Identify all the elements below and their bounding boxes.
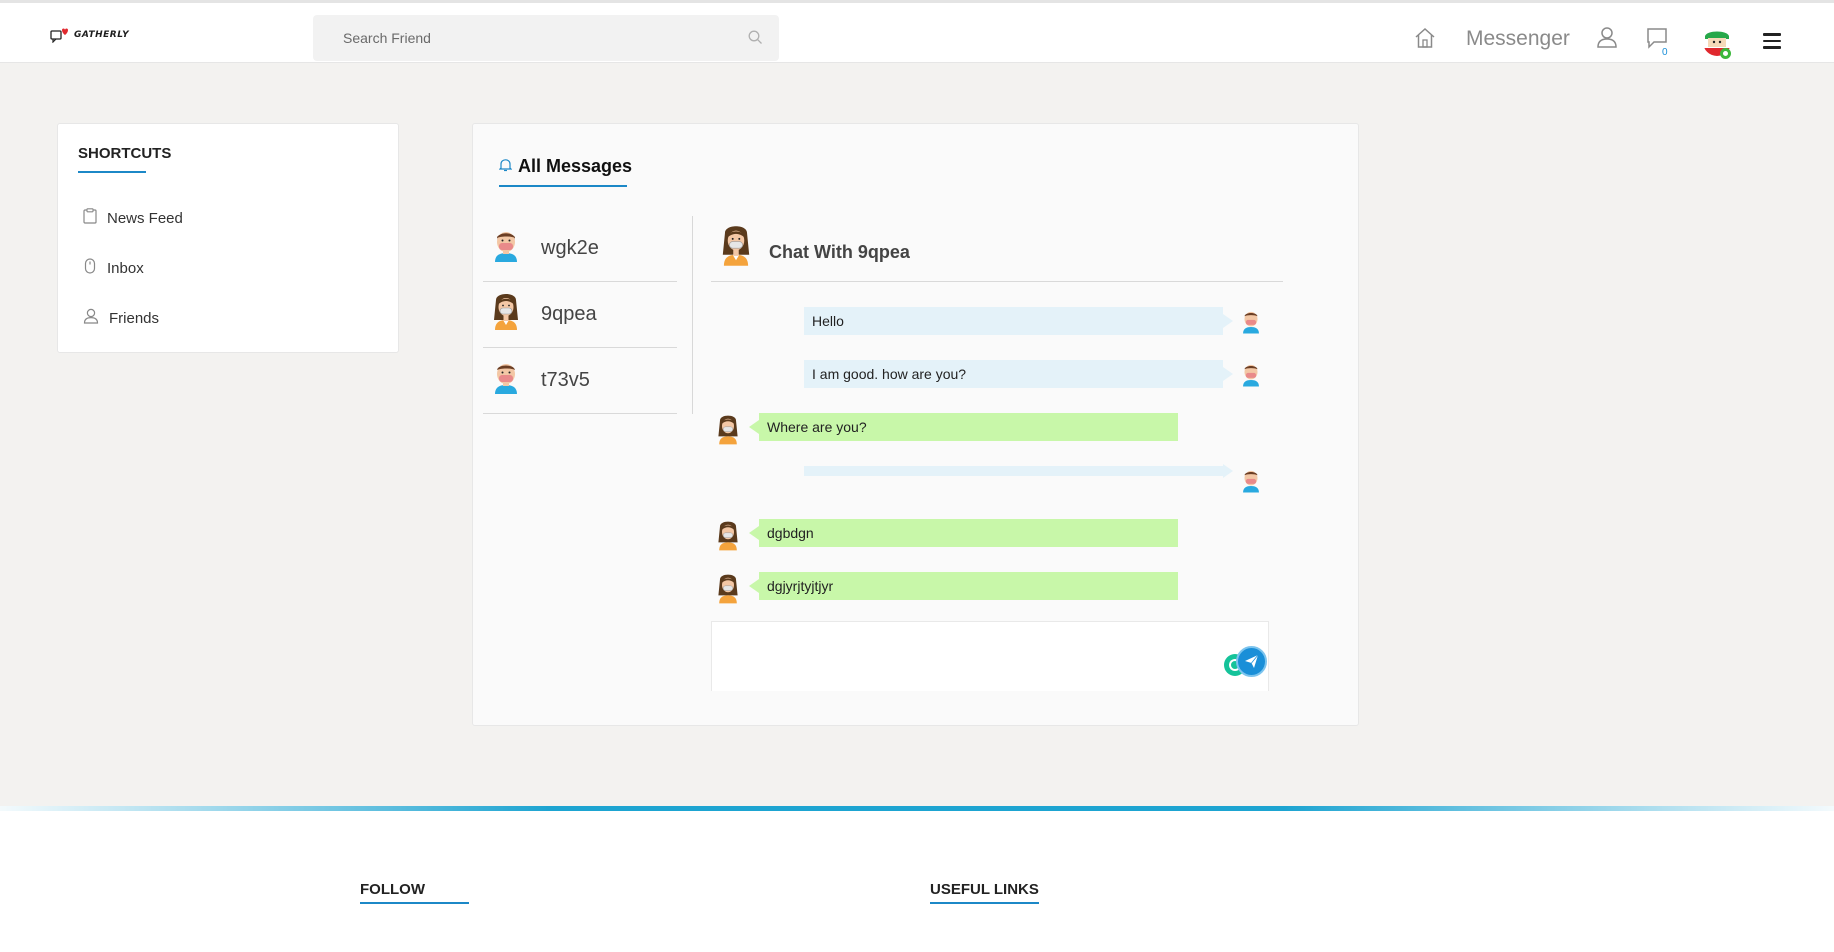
home-icon[interactable] — [1414, 27, 1436, 54]
shortcut-inbox[interactable]: Inbox — [83, 258, 144, 278]
shortcuts-panel: SHORTCUTS News Feed Inbox Friends — [57, 123, 399, 353]
female-avatar-icon — [716, 414, 740, 451]
shortcut-label: Inbox — [107, 259, 144, 277]
logo[interactable]: GATHERLY — [50, 27, 130, 44]
shortcut-news-feed[interactable]: News Feed — [83, 208, 183, 228]
female-avatar-icon — [716, 573, 740, 610]
female-avatar-icon — [491, 292, 521, 337]
logo-chat-icon — [50, 27, 70, 44]
chat-count-badge: 0 — [1662, 47, 1668, 58]
chat-header: Chat With 9qpea — [711, 224, 1283, 282]
title-underline — [930, 902, 1039, 904]
male-avatar-icon — [491, 228, 521, 269]
title-underline — [360, 902, 469, 904]
shortcut-friends[interactable]: Friends — [83, 308, 159, 328]
male-avatar-icon — [1240, 468, 1262, 499]
shortcuts-title: SHORTCUTS — [78, 145, 172, 162]
message-bubble-incoming: dgjyrjtyjtjyr — [749, 572, 1178, 600]
footer-useful-links-title: USEFUL LINKS — [930, 881, 1039, 898]
footer: FOLLOW USEFUL LINKS — [0, 806, 1834, 952]
hamburger-menu-icon[interactable] — [1763, 33, 1781, 53]
friend-item-t73v5[interactable]: t73v5 — [483, 348, 677, 414]
friend-item-wgk2e[interactable]: wgk2e — [483, 216, 677, 282]
female-avatar-icon — [719, 224, 753, 273]
search-input[interactable] — [313, 15, 779, 61]
mouse-icon — [83, 258, 97, 278]
search-icon[interactable] — [748, 30, 763, 50]
bell-icon — [498, 156, 513, 177]
user-icon — [83, 308, 99, 328]
male-avatar-icon — [1240, 309, 1262, 340]
male-avatar-icon — [1240, 362, 1262, 393]
title-underline — [499, 185, 627, 187]
shortcut-label: News Feed — [107, 209, 183, 227]
all-messages-heading: All Messages — [498, 156, 633, 177]
friend-name: t73v5 — [541, 369, 590, 391]
message-bubble-outgoing: I am good. how are you? — [804, 360, 1233, 388]
paper-plane-icon — [1245, 654, 1259, 668]
top-navbar: GATHERLY Messenger 0 — [0, 3, 1834, 63]
title-underline — [78, 171, 146, 173]
column-divider — [692, 216, 693, 414]
message-bubble-incoming: Where are you? — [749, 413, 1178, 441]
message-bubble-outgoing: Hello — [804, 307, 1233, 335]
clipboard-icon — [83, 208, 97, 228]
send-button[interactable] — [1236, 646, 1267, 677]
message-bubble-outgoing — [804, 464, 1233, 478]
male-avatar-icon — [491, 360, 521, 401]
footer-accent-line — [0, 806, 1834, 811]
message-bubble-incoming: dgbdgn — [749, 519, 1178, 547]
message-input[interactable] — [711, 621, 1269, 691]
online-status-dot — [1720, 48, 1731, 59]
footer-follow-title: FOLLOW — [360, 881, 425, 898]
shortcut-label: Friends — [109, 309, 160, 327]
logo-text: GATHERLY — [74, 30, 130, 40]
friend-list: wgk2e 9qpea t73v5 — [483, 216, 677, 414]
friend-name: 9qpea — [541, 303, 597, 325]
profile-icon[interactable] — [1596, 26, 1618, 53]
messages-panel: All Messages wgk2e 9qpea t73v5 Chat With… — [472, 123, 1359, 726]
chat-title: Chat With 9qpea — [769, 242, 910, 262]
female-avatar-icon — [716, 520, 740, 557]
messenger-link[interactable]: Messenger — [1466, 27, 1570, 51]
all-messages-title: All Messages — [518, 156, 633, 176]
friend-item-9qpea[interactable]: 9qpea — [483, 282, 677, 348]
friend-name: wgk2e — [541, 237, 599, 259]
